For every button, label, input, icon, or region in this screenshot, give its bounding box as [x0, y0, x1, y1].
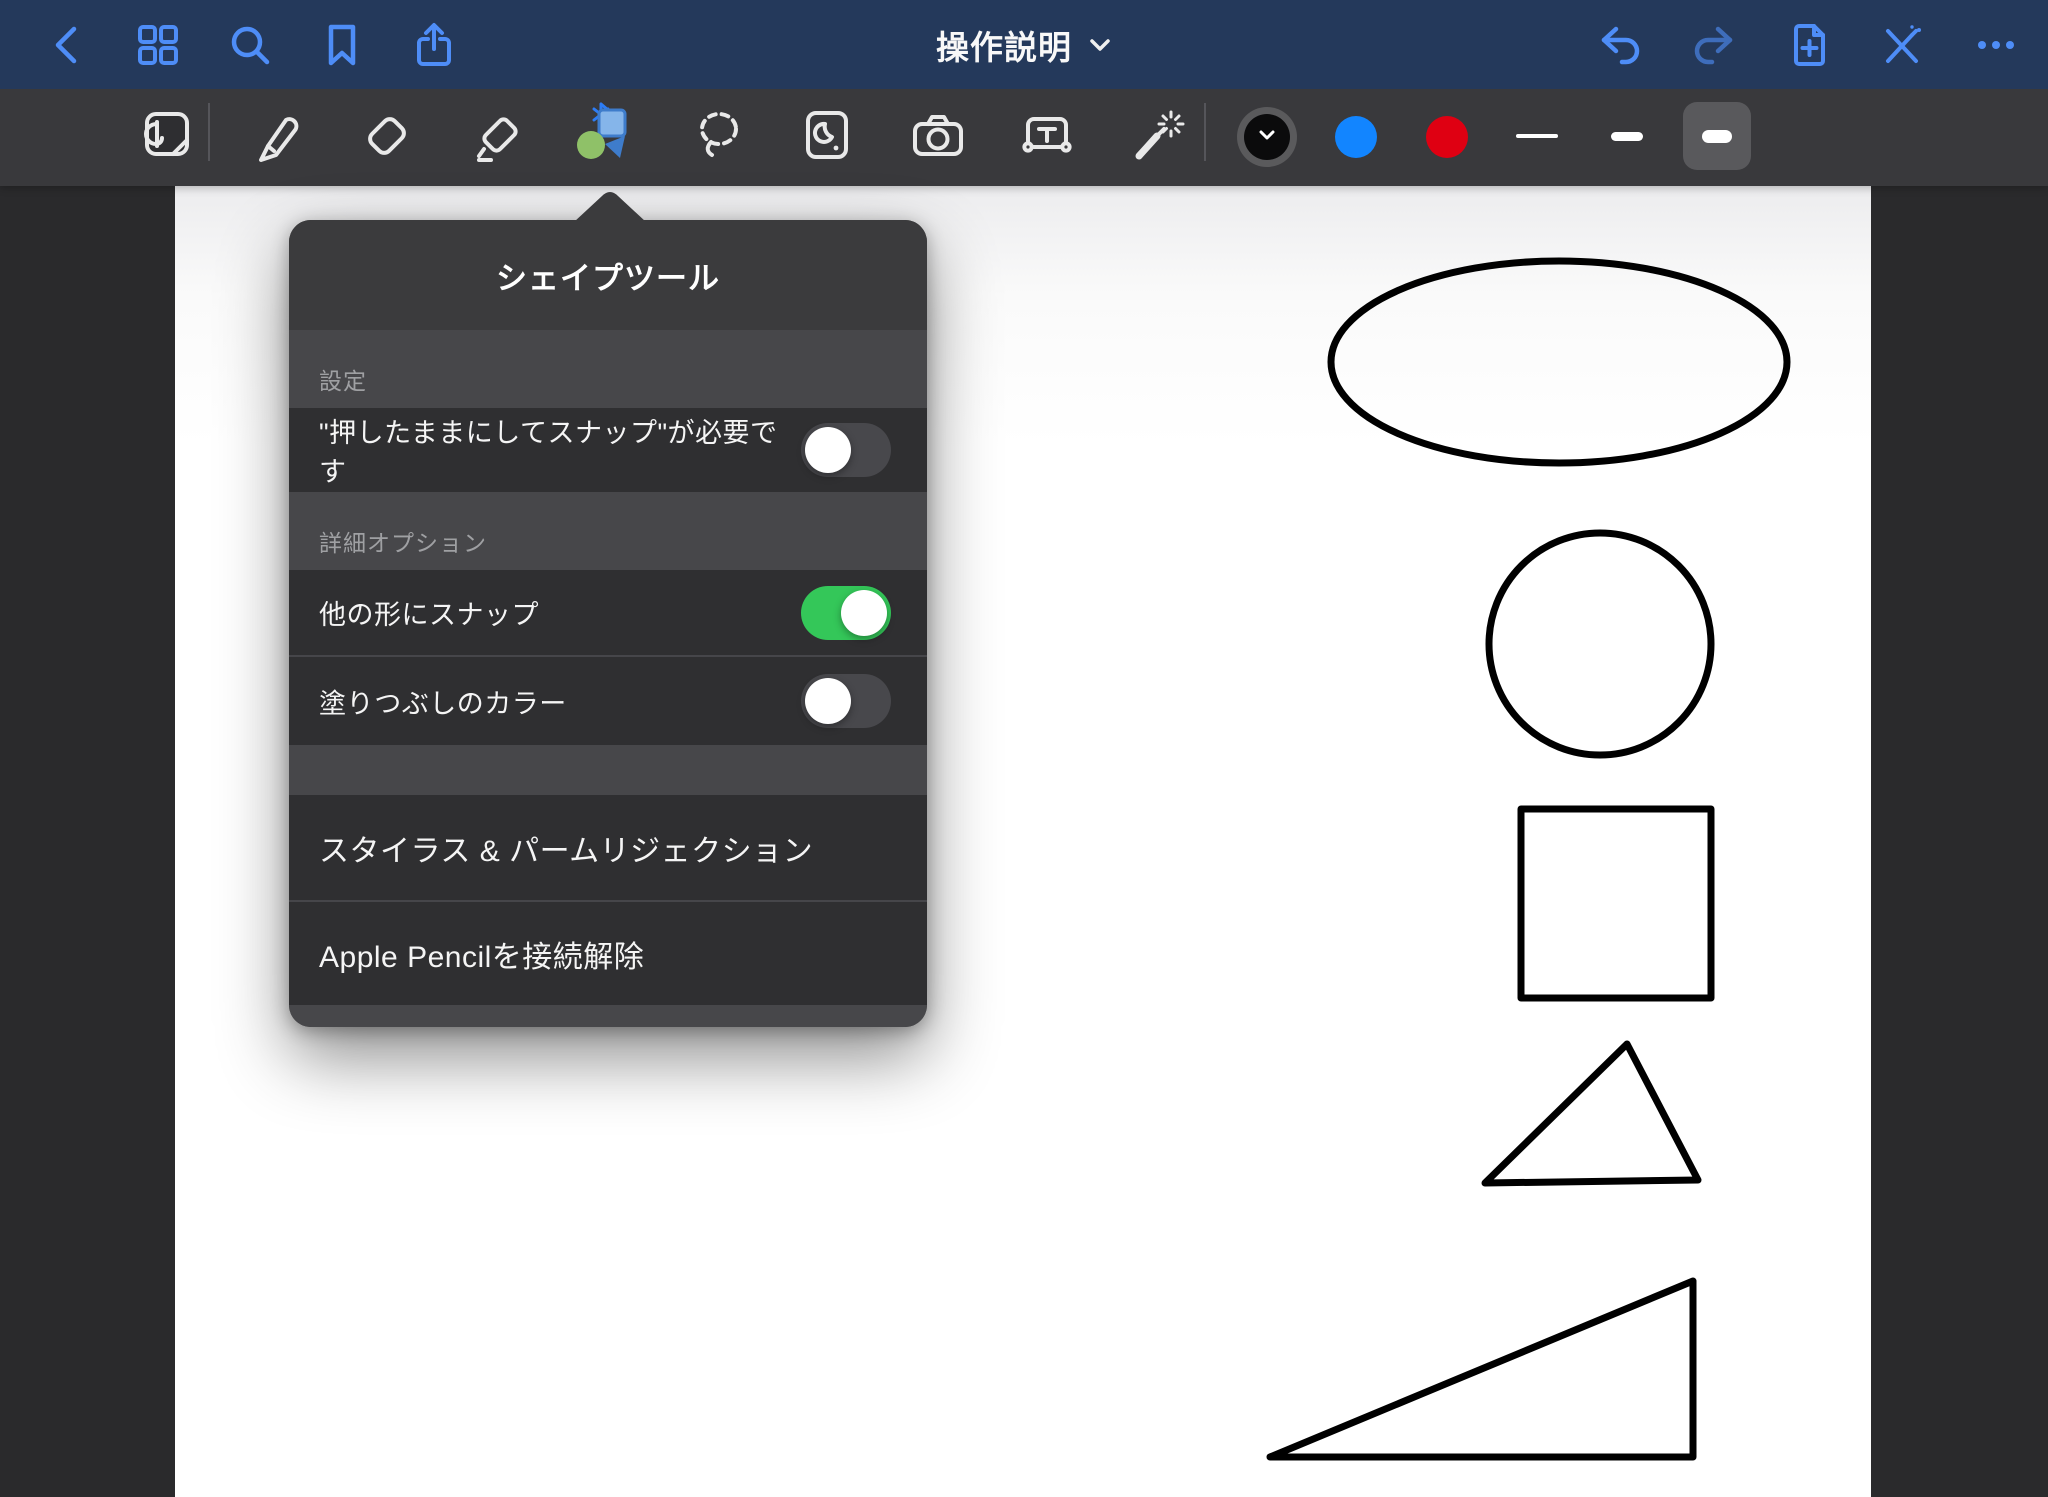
page-template-icon: [133, 104, 197, 173]
image-icon: [795, 104, 859, 173]
thickness-thick-button[interactable]: [1683, 102, 1751, 170]
section-header-settings: 設定: [289, 330, 927, 408]
section-header-advanced: 詳細オプション: [289, 492, 927, 570]
color-swatch-red[interactable]: [1426, 116, 1468, 158]
row-fill-color: 塗りつぶしのカラー: [289, 657, 927, 745]
fill-color-toggle[interactable]: [801, 674, 891, 728]
redo-icon: [1690, 21, 1738, 69]
lasso-icon: [686, 104, 750, 173]
thickness-medium-button[interactable]: [1593, 102, 1661, 170]
thick-line-icon: [1702, 130, 1732, 143]
hold-to-snap-toggle[interactable]: [801, 423, 891, 477]
eraser-icon: [355, 104, 419, 173]
camera-icon: [906, 104, 970, 173]
toggle-label: 塗りつぶしのカラー: [319, 682, 801, 721]
document-title: 操作説明: [936, 21, 1072, 69]
swatch-chevron-down-icon: [1258, 128, 1276, 146]
toggle-label: 他の形にスナップ: [319, 593, 801, 632]
section-spacer: [289, 745, 927, 795]
toggle-knob: [805, 427, 851, 473]
share-button[interactable]: [408, 19, 460, 71]
back-button[interactable]: [40, 19, 92, 71]
camera-tool-button[interactable]: [902, 105, 974, 171]
drawing-toolbar: [0, 89, 2048, 186]
popup-title: シェイプツール: [289, 220, 927, 330]
search-button[interactable]: [224, 19, 276, 71]
nav-left-group: [40, 0, 460, 89]
lasso-tool-button[interactable]: [682, 105, 754, 171]
black-color: [1244, 114, 1290, 160]
title-chevron-down-icon: [1088, 31, 1112, 58]
row-hold-to-snap: "押したままにしてスナップ"が必要です: [289, 408, 927, 492]
undo-icon: [1596, 21, 1644, 69]
bookmark-icon: [318, 21, 366, 69]
toggle-knob: [805, 678, 851, 724]
add-page-button[interactable]: [1782, 19, 1834, 71]
highlighter-tool-button[interactable]: [463, 105, 535, 171]
menu-item-disconnect-apple-pencil[interactable]: Apple Pencilを接続解除: [289, 902, 927, 1005]
undo-button[interactable]: [1594, 19, 1646, 71]
toolbar-divider: [1204, 103, 1206, 161]
more-icon: [1972, 21, 2020, 69]
popup-footer: [289, 1005, 927, 1027]
back-icon: [46, 21, 86, 69]
laser-pointer-icon: [1125, 104, 1189, 173]
eraser-tool-button[interactable]: [351, 105, 423, 171]
top-navigation-bar: 操作説明: [0, 0, 2048, 89]
section-label: 設定: [319, 362, 367, 396]
text-icon: [1015, 104, 1079, 173]
color-swatch-blue[interactable]: [1335, 116, 1377, 158]
page-grid-button[interactable]: [132, 19, 184, 71]
color-swatch-black[interactable]: [1237, 107, 1297, 167]
redo-button[interactable]: [1688, 19, 1740, 71]
more-options-button[interactable]: [1970, 19, 2022, 71]
medium-line-icon: [1611, 132, 1643, 141]
share-icon: [410, 21, 458, 69]
thin-line-icon: [1516, 134, 1558, 138]
shape-tool-button[interactable]: [565, 105, 637, 171]
highlighter-icon: [467, 104, 531, 173]
stylus-disabled-button[interactable]: [1876, 19, 1928, 71]
section-label: 詳細オプション: [319, 524, 487, 558]
pen-icon: [246, 104, 310, 173]
menu-item-stylus-palm-rejection[interactable]: スタイラス & パームリジェクション: [289, 795, 927, 900]
shape-tool-icon: [565, 100, 637, 177]
image-tool-button[interactable]: [791, 105, 863, 171]
pages-grid-icon: [134, 21, 182, 69]
thickness-thin-button[interactable]: [1503, 102, 1571, 170]
add-page-icon: [1784, 21, 1832, 69]
bookmark-button[interactable]: [316, 19, 368, 71]
row-snap-to-shapes: 他の形にスナップ: [289, 570, 927, 655]
page-template-tool-button[interactable]: [129, 105, 201, 171]
stylus-disabled-icon: [1878, 21, 1926, 69]
nav-right-group: [1594, 0, 2022, 89]
shape-tool-popup: シェイプツール 設定 "押したままにしてスナップ"が必要です 詳細オプション 他…: [289, 220, 927, 1027]
app-window: 操作説明: [0, 0, 2048, 1497]
text-tool-button[interactable]: [1011, 105, 1083, 171]
laser-pointer-tool-button[interactable]: [1121, 105, 1193, 171]
snap-to-other-shapes-toggle[interactable]: [801, 586, 891, 640]
pen-tool-button[interactable]: [242, 105, 314, 171]
toggle-label: "押したままにしてスナップ"が必要です: [319, 411, 801, 489]
document-title-button[interactable]: 操作説明: [936, 0, 1112, 89]
toolbar-divider: [208, 103, 210, 161]
search-icon: [226, 21, 274, 69]
toggle-knob: [841, 590, 887, 636]
